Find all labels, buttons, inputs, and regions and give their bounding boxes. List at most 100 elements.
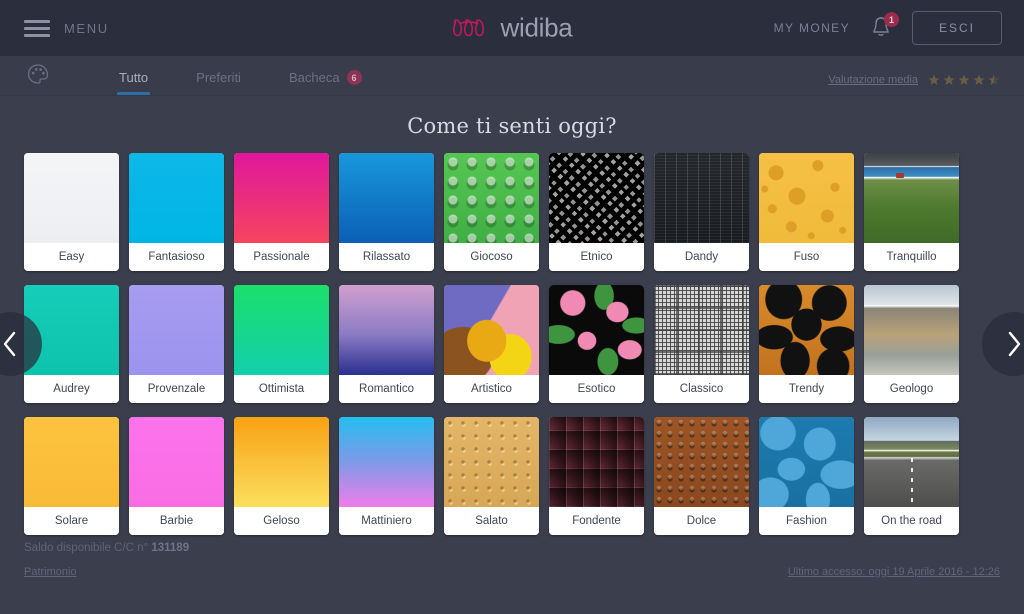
theme-swatch xyxy=(549,285,644,375)
theme-swatch xyxy=(654,417,749,507)
theme-card-label: Salato xyxy=(444,507,539,535)
theme-swatch xyxy=(549,417,644,507)
rating-label[interactable]: Valutazione media xyxy=(828,74,918,86)
theme-swatch xyxy=(759,417,854,507)
theme-grid: Easy Fantasioso Passionale Rilassato Giocoso… xyxy=(0,153,1024,535)
theme-card-label: Easy xyxy=(24,243,119,271)
theme-card[interactable]: Geloso xyxy=(234,417,329,535)
theme-swatch xyxy=(864,417,959,507)
theme-swatch xyxy=(339,285,434,375)
chevron-left-icon xyxy=(3,331,16,357)
theme-swatch xyxy=(234,417,329,507)
theme-card[interactable]: Trendy xyxy=(759,285,854,403)
theme-card[interactable]: Tranquillo xyxy=(864,153,959,271)
header-actions: MY MONEY 1 ESCI xyxy=(774,11,1002,45)
theme-card-label: Romantico xyxy=(339,375,434,403)
theme-row: Audrey Provenzale Ottimista Romantico Artist… xyxy=(24,285,1000,403)
theme-swatch xyxy=(864,285,959,375)
balance-line: Saldo disponibile C/C n° 131189 xyxy=(24,542,189,554)
tab-bacheca-label: Bacheca xyxy=(288,70,340,85)
theme-card[interactable]: Passionale xyxy=(234,153,329,271)
theme-card-label: Dolce xyxy=(654,507,749,535)
star-half-icon xyxy=(988,74,1000,85)
theme-card-label: Etnico xyxy=(549,243,644,271)
tab-preferiti-label: Preferiti xyxy=(196,70,241,85)
tab-preferiti[interactable]: Preferiti xyxy=(172,70,265,95)
theme-card[interactable]: Provenzale xyxy=(129,285,224,403)
palette-icon[interactable] xyxy=(26,62,50,86)
theme-card[interactable]: Ottimista xyxy=(234,285,329,403)
theme-swatch xyxy=(24,153,119,243)
theme-card[interactable]: Fondente xyxy=(549,417,644,535)
theme-row: Easy Fantasioso Passionale Rilassato Giocoso… xyxy=(24,153,1000,271)
theme-card[interactable]: Fuso xyxy=(759,153,854,271)
theme-swatch xyxy=(129,153,224,243)
theme-card[interactable]: Mattiniero xyxy=(339,417,434,535)
theme-swatch xyxy=(444,285,539,375)
theme-card-label: Provenzale xyxy=(129,375,224,403)
theme-card[interactable]: Romantico xyxy=(339,285,434,403)
theme-card[interactable]: Geologo xyxy=(864,285,959,403)
theme-swatch xyxy=(129,285,224,375)
theme-card-label: Esotico xyxy=(549,375,644,403)
theme-card-label: Audrey xyxy=(24,375,119,403)
menu-button[interactable]: MENU xyxy=(24,19,109,37)
theme-card[interactable]: Fantasioso xyxy=(129,153,224,271)
notifications-button[interactable]: 1 xyxy=(870,12,899,41)
theme-card-label: Artistico xyxy=(444,375,539,403)
star-rating[interactable] xyxy=(928,74,1000,86)
theme-card[interactable]: Fashion xyxy=(759,417,854,535)
theme-card[interactable]: Easy xyxy=(24,153,119,271)
tab-bacheca[interactable]: Bacheca 6 xyxy=(265,70,386,95)
theme-card-label: Trendy xyxy=(759,375,854,403)
hamburger-icon xyxy=(24,19,50,37)
theme-swatch xyxy=(24,417,119,507)
theme-swatch xyxy=(864,153,959,243)
theme-card[interactable]: Rilassato xyxy=(339,153,434,271)
star-icon xyxy=(943,74,955,85)
app-root: MENU widiba MY MONEY 1 ESCI Tutto Prefer… xyxy=(0,0,1024,614)
theme-swatch xyxy=(444,417,539,507)
theme-swatch xyxy=(234,285,329,375)
theme-card-label: Fondente xyxy=(549,507,644,535)
theme-card-label: Fantasioso xyxy=(129,243,224,271)
theme-swatch xyxy=(444,153,539,243)
theme-card[interactable]: Esotico xyxy=(549,285,644,403)
theme-card[interactable]: Classico xyxy=(654,285,749,403)
theme-swatch xyxy=(339,153,434,243)
theme-card[interactable]: Giocoso xyxy=(444,153,539,271)
theme-card-label: Ottimista xyxy=(234,375,329,403)
theme-card-label: Solare xyxy=(24,507,119,535)
brand-logo[interactable]: widiba xyxy=(452,13,573,44)
theme-swatch xyxy=(759,153,854,243)
theme-card-label: Fuso xyxy=(759,243,854,271)
tab-tutto-label: Tutto xyxy=(119,70,149,85)
theme-card-label: Barbie xyxy=(129,507,224,535)
logout-button[interactable]: ESCI xyxy=(911,11,1002,45)
theme-swatch xyxy=(549,153,644,243)
my-money-link[interactable]: MY MONEY xyxy=(774,21,850,35)
last-access-label[interactable]: Ultimo accesso: oggi 19 Aprile 2016 - 12… xyxy=(788,566,1000,578)
chevron-right-icon xyxy=(1008,331,1021,357)
theme-card[interactable]: Artistico xyxy=(444,285,539,403)
theme-card[interactable]: Solare xyxy=(24,417,119,535)
theme-card[interactable]: Etnico xyxy=(549,153,644,271)
theme-card[interactable]: Barbie xyxy=(129,417,224,535)
theme-card-label: Geloso xyxy=(234,507,329,535)
theme-card-label: Fashion xyxy=(759,507,854,535)
theme-card[interactable]: Dolce xyxy=(654,417,749,535)
tab-bar: Tutto Preferiti Bacheca 6 Valutazione me… xyxy=(0,56,1024,96)
brand-name: widiba xyxy=(500,12,573,43)
patrimonio-link[interactable]: Patrimonio xyxy=(24,566,77,578)
menu-label: MENU xyxy=(64,20,109,36)
average-rating: Valutazione media xyxy=(828,74,1000,86)
theme-card[interactable]: Salato xyxy=(444,417,539,535)
theme-swatch xyxy=(654,153,749,243)
footer-links: Patrimonio Ultimo accesso: oggi 19 April… xyxy=(24,566,1000,578)
tab-tutto[interactable]: Tutto xyxy=(95,70,172,95)
widiba-script-logo-icon xyxy=(453,18,485,36)
theme-card-label: On the road xyxy=(864,507,959,535)
balance-label: Saldo disponibile C/C n° xyxy=(24,542,152,554)
theme-card[interactable]: On the road xyxy=(864,417,959,535)
theme-card[interactable]: Dandy xyxy=(654,153,749,271)
